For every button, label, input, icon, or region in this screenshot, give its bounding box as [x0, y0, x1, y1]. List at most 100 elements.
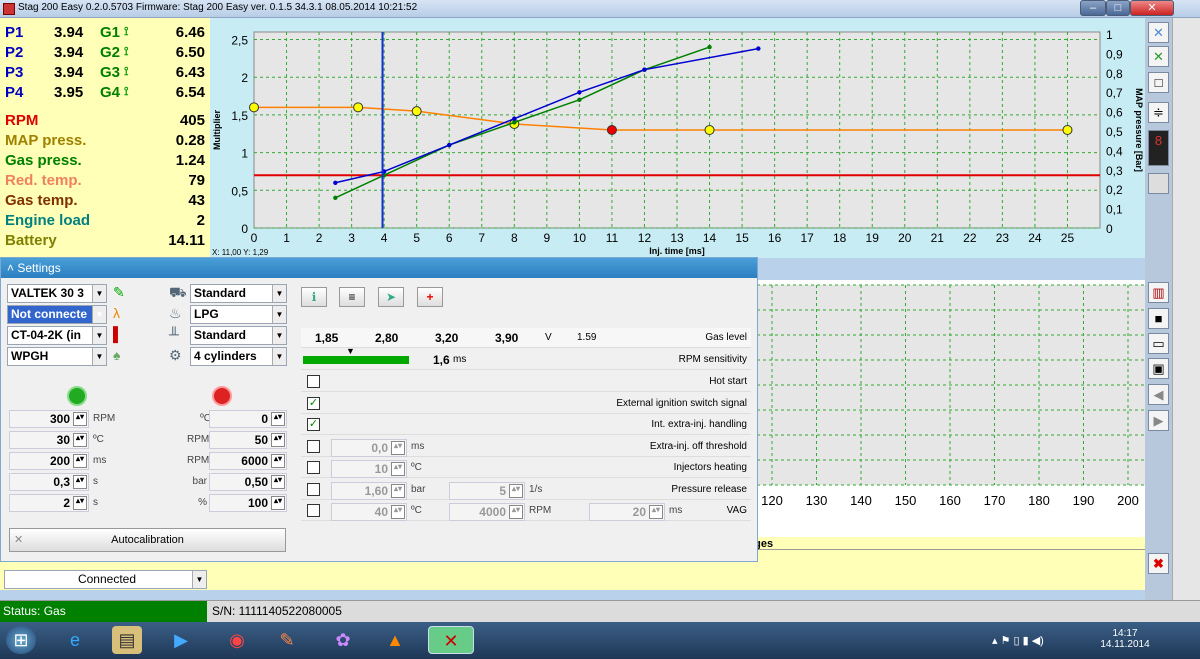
spin-icon[interactable]: ▴▾ [649, 505, 663, 519]
connection-select[interactable]: Connected ▼ [4, 570, 207, 589]
tool-list-icon[interactable]: ≡ [339, 287, 365, 307]
left-combo[interactable]: VALTEK 30 3 ▼ [7, 284, 107, 303]
right-number-field[interactable]: 0,50 ▴▾ [209, 473, 287, 491]
option-field[interactable]: 20 ▴▾ [589, 503, 665, 521]
option-checkbox[interactable] [307, 439, 320, 453]
chrome-icon[interactable]: ◉ [222, 626, 252, 654]
open-folder-icon[interactable]: ▭ [1148, 333, 1169, 354]
spin-icon[interactable]: ▴▾ [509, 483, 523, 498]
gas-level-value[interactable]: 3,90 [495, 331, 518, 345]
left-combo[interactable]: WPGH ▼ [7, 347, 107, 366]
delete-icon[interactable]: ▥ [1148, 282, 1169, 303]
close-icon[interactable]: ✖ [1148, 553, 1169, 574]
spin-icon[interactable]: ▴▾ [271, 454, 285, 468]
spin-icon[interactable]: ▴▾ [73, 475, 87, 489]
autocalibration-button[interactable]: ✕ Autocalibration [9, 528, 286, 552]
right-number-field[interactable]: 0 ▴▾ [209, 410, 287, 428]
left-combo[interactable]: Not connecte ▼ [7, 305, 107, 324]
left-number-field[interactable]: 0,3 ▴▾ [9, 473, 89, 491]
blank-button[interactable] [1148, 173, 1169, 194]
prev-icon[interactable]: ◀ [1148, 384, 1169, 405]
gas-off-icon[interactable] [212, 386, 232, 406]
multiplier-point[interactable] [249, 102, 259, 113]
tool-calibrate-icon[interactable]: ℹ [301, 287, 327, 307]
accept-icon[interactable]: ✕ [1148, 46, 1169, 67]
option-field[interactable]: 1,60 ▴▾ [331, 481, 407, 500]
window-icon[interactable]: □ [1148, 72, 1169, 93]
tool-plus-icon[interactable]: + [417, 287, 443, 307]
option-field[interactable]: 10 ▴▾ [331, 460, 407, 478]
gas-level-value[interactable]: 3,20 [435, 331, 458, 345]
multiplier-point[interactable] [411, 106, 422, 117]
option-checkbox[interactable]: ✓ [307, 396, 320, 410]
spin-icon[interactable]: ▴▾ [271, 496, 285, 510]
ie-icon[interactable]: e [60, 626, 90, 654]
spin-icon[interactable]: ▴▾ [391, 483, 405, 498]
mid-combo[interactable]: LPG ▼ [190, 305, 287, 324]
maximize-button[interactable]: □ [1106, 0, 1130, 16]
option-checkbox[interactable] [307, 461, 320, 474]
gas-level-value[interactable]: 1,85 [315, 331, 338, 345]
tool-flag-icon[interactable]: ➤ [378, 287, 404, 307]
adjust-icon[interactable]: ≑ [1148, 102, 1169, 123]
right-number-field[interactable]: 100 ▴▾ [209, 494, 287, 512]
clock[interactable]: 14:17 14.11.2014 [1100, 628, 1150, 650]
multiplier-chart-svg[interactable]: 0 1 2 3 4 5 6 7 8 9 10 11 12 13 14 15 16 17 18 19 20 21 22 23 24… [210, 18, 1145, 258]
stag-taskbar-icon[interactable]: ✕ [428, 626, 474, 654]
spin-icon[interactable]: ▴▾ [73, 412, 87, 426]
start-button[interactable]: ⊞ [6, 626, 36, 654]
multiplier-point[interactable] [606, 125, 617, 135]
left-number-field[interactable]: 2 ▴▾ [9, 494, 89, 512]
spin-icon[interactable]: ▴▾ [391, 440, 405, 455]
left-combo[interactable]: CT-04-2K (in ▼ [7, 326, 107, 345]
spin-icon[interactable]: ▴▾ [509, 505, 523, 519]
next-icon[interactable]: ▶ [1148, 410, 1169, 431]
option-checkbox[interactable] [307, 375, 320, 388]
stop-icon[interactable]: ■ [1148, 308, 1169, 329]
left-number-field[interactable]: 200 ▴▾ [9, 452, 89, 470]
vlc-icon[interactable]: ▲ [380, 626, 410, 654]
option-field[interactable]: 5 ▴▾ [449, 481, 525, 500]
explorer-icon[interactable]: ▤ [112, 626, 142, 654]
minimize-button[interactable]: – [1080, 0, 1106, 16]
slider-marker-icon[interactable]: ▼ [346, 346, 355, 356]
spin-icon[interactable]: ▴▾ [271, 475, 285, 489]
spin-icon[interactable]: ▴▾ [73, 454, 87, 468]
mid-combo[interactable]: Standard ▼ [190, 284, 287, 303]
option-field[interactable]: 4000 ▴▾ [449, 503, 525, 521]
option-checkbox[interactable] [307, 504, 320, 517]
option-checkbox[interactable]: ✓ [307, 418, 320, 431]
spin-icon[interactable]: ▴▾ [271, 433, 285, 447]
save-icon[interactable]: ▣ [1148, 358, 1169, 379]
left-number-field[interactable]: 300 ▴▾ [9, 410, 89, 428]
settings-header[interactable]: ˄ Settings [1, 258, 757, 278]
paint-icon[interactable]: ✎ [272, 626, 302, 654]
left-number-field[interactable]: 30 ▴▾ [9, 431, 89, 449]
spin-icon[interactable]: ▴▾ [391, 462, 405, 476]
media-player-icon[interactable]: ▶ [166, 626, 196, 654]
gas-on-icon[interactable] [67, 386, 87, 406]
multiplier-point[interactable] [704, 125, 715, 135]
rpm-chart-svg[interactable]: 120 130 140 150 160 170 180 190 200 [757, 280, 1145, 538]
spin-icon[interactable]: ▴▾ [391, 505, 405, 519]
mid-combo[interactable]: 4 cylinders ▼ [190, 347, 287, 366]
right-number-field[interactable]: 50 ▴▾ [209, 431, 287, 449]
option-checkbox[interactable] [307, 482, 320, 496]
spin-icon[interactable]: ▴▾ [271, 412, 285, 426]
app-icon-2[interactable]: ✿ [328, 626, 358, 654]
close-button[interactable]: ✕ [1130, 0, 1174, 16]
tray-icons[interactable]: ▴ ⚑ ▯ ▮ ◀) [992, 634, 1044, 647]
spin-icon[interactable]: ▴▾ [73, 433, 87, 447]
right-number-field[interactable]: 6000 ▴▾ [209, 452, 287, 470]
option-field[interactable]: 0,0 ▴▾ [331, 438, 407, 457]
rpm-chart[interactable]: 120 130 140 150 160 170 180 190 200 [757, 280, 1145, 538]
spin-icon[interactable]: ▴▾ [73, 496, 87, 510]
mid-combo[interactable]: Standard ▼ [190, 326, 287, 345]
multiplier-point[interactable] [353, 102, 364, 113]
multiplier-chart[interactable]: 0 1 2 3 4 5 6 7 8 9 10 11 12 13 14 15 16 17 18 19 20 21 22 23 24… [210, 18, 1145, 258]
gas-level-value[interactable]: 2,80 [375, 331, 398, 345]
multiplier-point[interactable] [1062, 125, 1073, 135]
zoom-icon[interactable]: ✕ [1148, 22, 1169, 43]
right-scrollbar[interactable] [1172, 18, 1200, 608]
option-field[interactable]: 40 ▴▾ [331, 503, 407, 521]
